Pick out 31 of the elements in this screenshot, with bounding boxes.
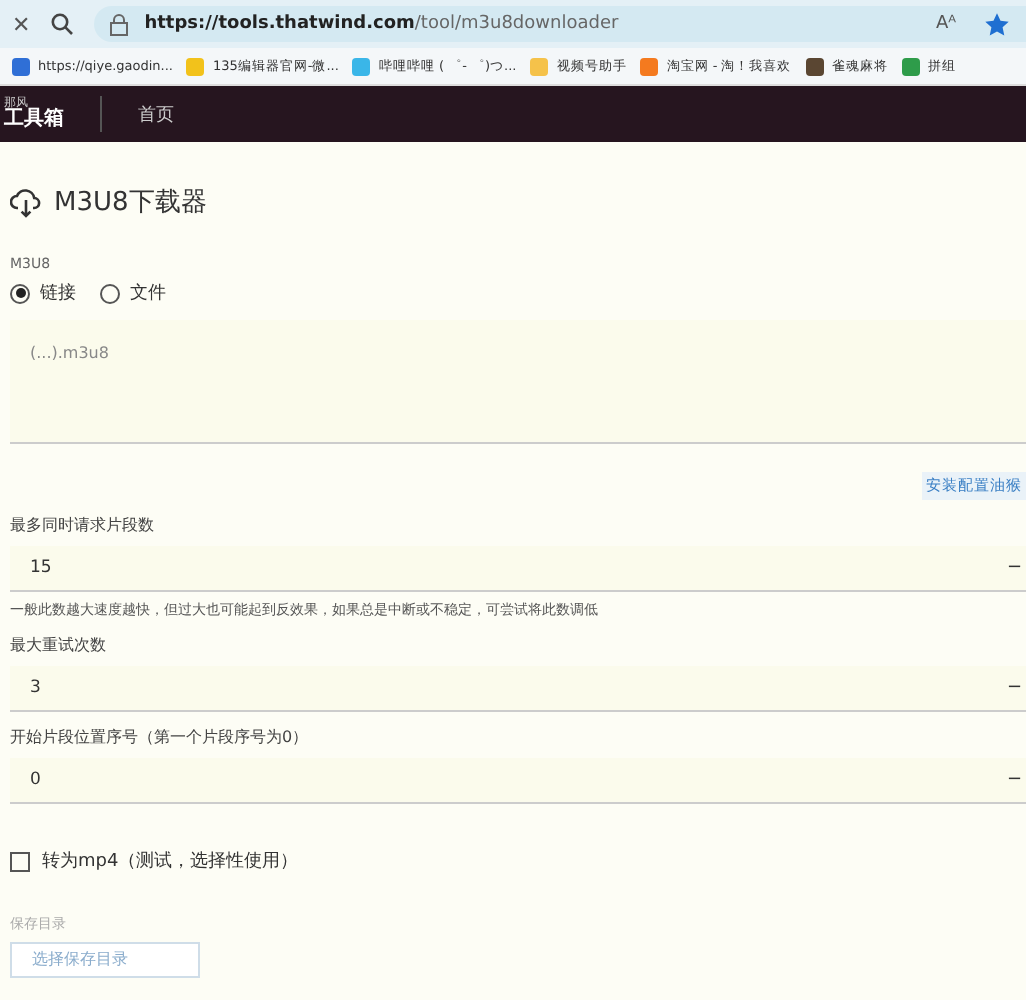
number-field[interactable]: 0 − xyxy=(10,758,1026,804)
page-title: M3U8下载器 xyxy=(54,186,207,220)
checkbox-icon[interactable] xyxy=(10,851,30,871)
nav-link[interactable]: 首页 xyxy=(138,101,174,127)
search-icon[interactable] xyxy=(50,12,75,36)
cloud-download-icon xyxy=(10,187,42,217)
radio-icon[interactable] xyxy=(10,283,30,303)
field-value: 3 xyxy=(30,678,41,698)
field-label: 最多同时请求片段数 xyxy=(10,514,156,536)
read-aloud-button[interactable]: Aᴬ xyxy=(935,14,956,34)
radio-option[interactable]: 链接 xyxy=(10,280,76,306)
field-value: 0 xyxy=(30,770,41,790)
star-icon[interactable] xyxy=(984,11,1010,37)
number-field[interactable]: 3 − xyxy=(10,666,1026,712)
decrement-button[interactable]: − xyxy=(1006,770,1022,790)
field-value: 15 xyxy=(30,558,52,578)
url-input[interactable]: (...).m3u8 xyxy=(10,320,1026,444)
lock-icon[interactable] xyxy=(110,13,129,35)
number-field[interactable]: 15 − xyxy=(10,546,1026,592)
radio-icon[interactable] xyxy=(100,283,120,303)
close-icon[interactable]: ✕ xyxy=(12,11,31,37)
radio-option[interactable]: 文件 xyxy=(100,280,166,306)
logo-text: 工具箱 xyxy=(4,110,64,130)
field-label: 最大重试次数 xyxy=(10,634,108,656)
field-label: 开始片段位置序号（第一个片段序号为0） xyxy=(10,726,311,748)
decrement-button[interactable]: − xyxy=(1006,678,1022,698)
url-path: /tool/m3u8downloader xyxy=(414,14,619,34)
address-field[interactable]: https://tools.thatwind.com/tool/m3u8downloader Aᴬ xyxy=(94,6,1026,42)
convert-checkbox[interactable]: 转为mp4（测试，选择性使用） xyxy=(10,848,1026,874)
decrement-button[interactable]: − xyxy=(1006,558,1022,578)
url-host: https://tools.thatwind.com xyxy=(144,14,415,34)
